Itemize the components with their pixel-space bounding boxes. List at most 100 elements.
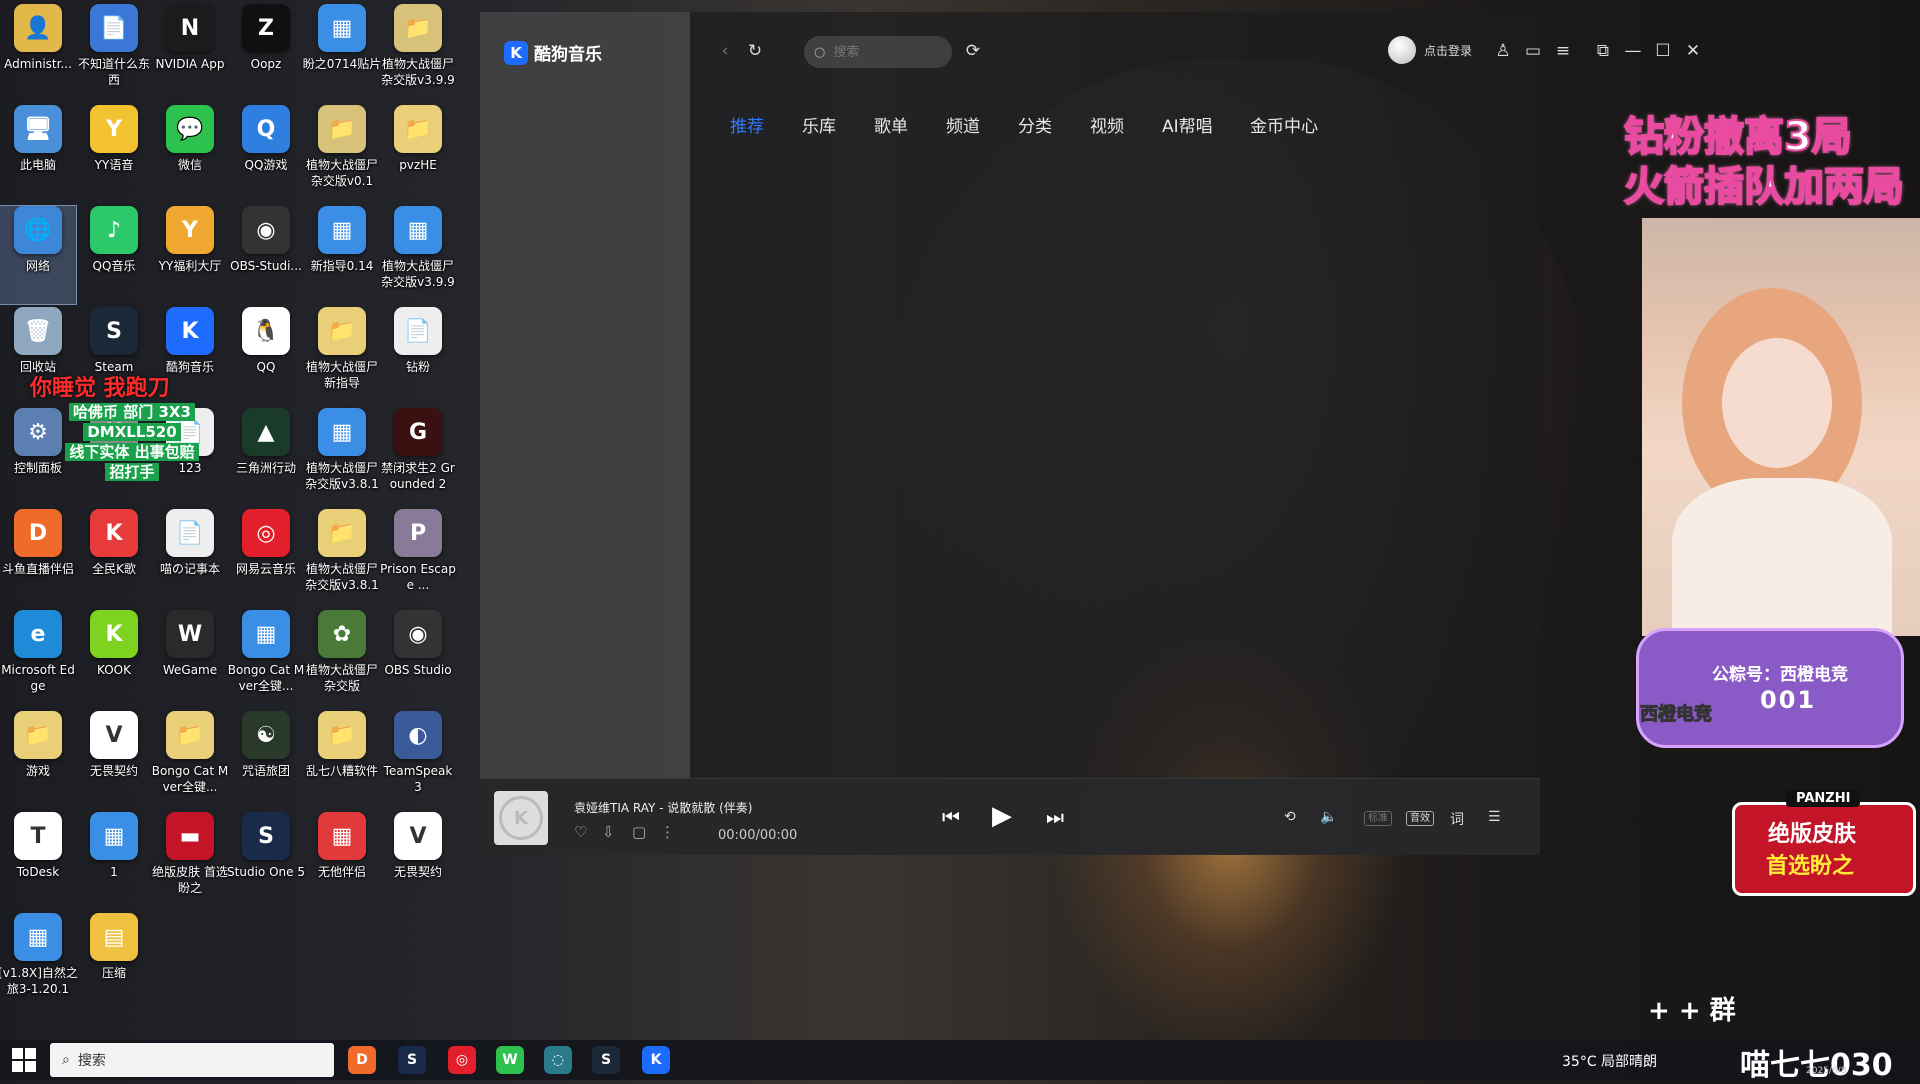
desktop-icon[interactable]: ▲ 三角洲行动 xyxy=(228,408,304,506)
desktop-icon[interactable]: 👤 Administr... xyxy=(0,4,76,102)
tab-category[interactable]: 分类 xyxy=(1018,112,1090,137)
taskbar-douyu-icon[interactable]: D xyxy=(348,1046,376,1074)
like-heart-icon[interactable]: ♡ xyxy=(574,823,587,841)
tab-coin-center[interactable]: 金币中心 xyxy=(1250,112,1340,137)
desktop-icon[interactable]: ▬ 绝版皮肤 首选盼之 xyxy=(152,812,228,910)
repeat-icon[interactable]: ⟲ xyxy=(1284,809,1296,825)
tab-ai-sing[interactable]: AI帮唱 xyxy=(1162,112,1250,137)
login-link[interactable]: 点击登录 xyxy=(1424,42,1472,59)
desktop-icon[interactable]: 📁 植物大战僵尸杂交版v3.8.1 xyxy=(304,509,380,607)
desktop-icon[interactable]: 🖥 此电脑 xyxy=(0,105,76,203)
desktop-icon[interactable]: 📁 植物大战僵尸杂交版v0.1 xyxy=(304,105,380,203)
desktop-icon[interactable]: ✿ 植物大战僵尸杂交版 xyxy=(304,610,380,708)
desktop-icon[interactable]: ▦ 1 xyxy=(76,812,152,910)
desktop-icon[interactable]: ◎ 网易云音乐 xyxy=(228,509,304,607)
lyrics-button[interactable]: 词 xyxy=(1450,809,1464,829)
desktop-icon[interactable]: ◐ TeamSpeak 3 xyxy=(380,711,456,809)
desktop-icon[interactable]: ▦ 新指导0.14 xyxy=(304,206,380,304)
desktop-icon[interactable]: ▦ 盼之0714贴片 xyxy=(303,4,381,102)
desktop-icon[interactable]: 📁 乱七八糟软件 xyxy=(304,711,380,809)
desktop-icon[interactable]: D 斗鱼直播伴侣 xyxy=(0,509,76,607)
desktop-icon[interactable]: Z Oopz xyxy=(228,4,304,102)
desktop-icon[interactable]: 📁 植物大战僵尸新指导 xyxy=(304,307,380,405)
desktop-icon[interactable]: N NVIDIA App xyxy=(152,4,228,102)
skin-shirt-icon[interactable]: ♙ xyxy=(1490,38,1516,64)
desktop-icon[interactable]: V 无畏契约 xyxy=(380,812,456,910)
app-logo[interactable]: K 酷狗音乐 xyxy=(504,40,602,65)
maximize-icon[interactable]: ☐ xyxy=(1650,38,1676,64)
taskbar-app-icon[interactable]: ◌ xyxy=(544,1046,572,1074)
next-icon[interactable]: ⏭ xyxy=(1046,805,1064,829)
download-icon[interactable]: ⇩ xyxy=(602,823,615,841)
tab-playlist[interactable]: 歌单 xyxy=(874,112,946,137)
tab-recommend[interactable]: 推荐 xyxy=(730,112,802,137)
quality-badge[interactable]: 标准 xyxy=(1364,811,1392,826)
desktop-icon[interactable]: T ToDesk xyxy=(0,812,76,910)
desktop-icon[interactable]: ▤ 压缩 xyxy=(76,913,152,1011)
album-cover[interactable]: K xyxy=(494,791,548,845)
tab-channel[interactable]: 频道 xyxy=(946,112,1018,137)
desktop-icon[interactable]: 📄 喵の记事本 xyxy=(152,509,228,607)
taskbar-wechat-icon[interactable]: W xyxy=(496,1046,524,1074)
desktop-icon[interactable]: Y YY福利大厅 xyxy=(152,206,228,304)
effect-badge[interactable]: 音效 xyxy=(1406,811,1434,826)
mini-mode-icon[interactable]: ⧉ xyxy=(1590,38,1616,64)
back-arrow-icon[interactable]: ‹ xyxy=(712,38,738,64)
desktop-icon[interactable]: Y YY语音 xyxy=(76,105,152,203)
desktop-icon[interactable]: Q QQ游戏 xyxy=(228,105,304,203)
taskbar-search[interactable]: ⌕ 搜索 xyxy=(50,1043,334,1077)
desktop-icon[interactable]: ▦ Bongo Cat Mver全键... xyxy=(228,610,304,708)
desktop-icon[interactable]: 📁 Bongo Cat Mver全键... xyxy=(152,711,228,809)
message-icon[interactable]: ▭ xyxy=(1520,38,1546,64)
desktop-icon[interactable]: ◉ OBS-Studi... xyxy=(228,206,304,304)
desktop-icon[interactable]: 📁 植物大战僵尸杂交版v3.9.9 xyxy=(380,4,456,102)
taskbar-studio-one-icon[interactable]: S xyxy=(398,1046,426,1074)
desktop-icon[interactable]: ☯ 咒语旅团 xyxy=(228,711,304,809)
more-vertical-icon[interactable]: ⋮ xyxy=(660,823,675,841)
song-title[interactable]: 袁娅维TIA RAY - 说散就散 (伴奏) xyxy=(574,799,753,816)
desktop-icon[interactable]: ▦ 无他伴侣 xyxy=(304,812,380,910)
desktop-icon[interactable]: 📁 游戏 xyxy=(0,711,76,809)
desktop-icon[interactable]: 🌐 网络 xyxy=(0,205,77,305)
search-input[interactable] xyxy=(831,43,946,61)
avatar[interactable] xyxy=(1388,36,1416,64)
playlist-queue-icon[interactable]: ☰ xyxy=(1488,809,1501,825)
tab-library[interactable]: 乐库 xyxy=(802,112,874,137)
desktop-icon[interactable]: 📁 pvzHE xyxy=(380,105,456,203)
close-icon[interactable]: ✕ xyxy=(1680,38,1706,64)
desktop-icon[interactable]: S Studio One 5 xyxy=(227,812,305,910)
desktop-icon[interactable]: ◉ OBS Studio xyxy=(380,610,456,708)
clock-date[interactable]: 2025/6/8 xyxy=(1806,1066,1846,1076)
desktop-icon[interactable]: ▦ [v1.8X]自然之旅3-1.20.1 xyxy=(0,913,78,1011)
desktop-icon[interactable]: P Prison Escape ... xyxy=(380,509,456,607)
webcam-body xyxy=(1672,478,1892,638)
volume-icon[interactable]: 🔈 xyxy=(1320,809,1337,825)
desktop-icon[interactable]: K KOOK xyxy=(76,610,152,708)
desktop-icon[interactable]: W WeGame xyxy=(152,610,228,708)
weather-widget[interactable]: 35°C 局部晴朗 xyxy=(1562,1051,1657,1071)
desktop-icon[interactable]: ▦ 植物大战僵尸杂交版v3.8.1 xyxy=(304,408,380,506)
tab-video[interactable]: 视频 xyxy=(1090,112,1162,137)
comment-icon[interactable]: ▢ xyxy=(632,823,646,841)
refresh-icon[interactable]: ↻ xyxy=(742,38,768,64)
minimize-icon[interactable]: — xyxy=(1620,38,1646,64)
desktop-icon[interactable]: V 无畏契约 xyxy=(76,711,152,809)
desktop-icon[interactable]: e Microsoft Edge xyxy=(0,610,76,708)
listen-recognize-icon[interactable]: ⟳ xyxy=(960,38,986,64)
desktop-icon[interactable]: 📄 不知道什么东西 xyxy=(76,4,152,102)
previous-icon[interactable]: ⏮ xyxy=(942,805,960,829)
desktop-icon[interactable]: 💬 微信 xyxy=(152,105,228,203)
taskbar-kugou-icon[interactable]: K xyxy=(642,1046,670,1074)
desktop-icon[interactable]: ▦ 植物大战僵尸杂交版v3.9.9 xyxy=(380,206,456,304)
desktop-icon[interactable]: G 禁闭求生2 Grounded 2 xyxy=(380,408,456,506)
desktop-icon[interactable]: 📄 钻粉 xyxy=(380,307,456,405)
taskbar-netease-icon[interactable]: ◎ xyxy=(448,1046,476,1074)
desktop-icon[interactable]: K 全民K歌 xyxy=(76,509,152,607)
menu-icon[interactable]: ≡ xyxy=(1550,38,1576,64)
desktop-icon[interactable]: ♪ QQ音乐 xyxy=(76,206,152,304)
taskbar-steam-icon[interactable]: S xyxy=(592,1046,620,1074)
desktop-icon[interactable]: 🐧 QQ xyxy=(228,307,304,405)
search-box[interactable]: ○ xyxy=(804,36,952,68)
windows-start-icon[interactable] xyxy=(12,1048,36,1072)
play-icon[interactable]: ▶ xyxy=(992,801,1012,831)
